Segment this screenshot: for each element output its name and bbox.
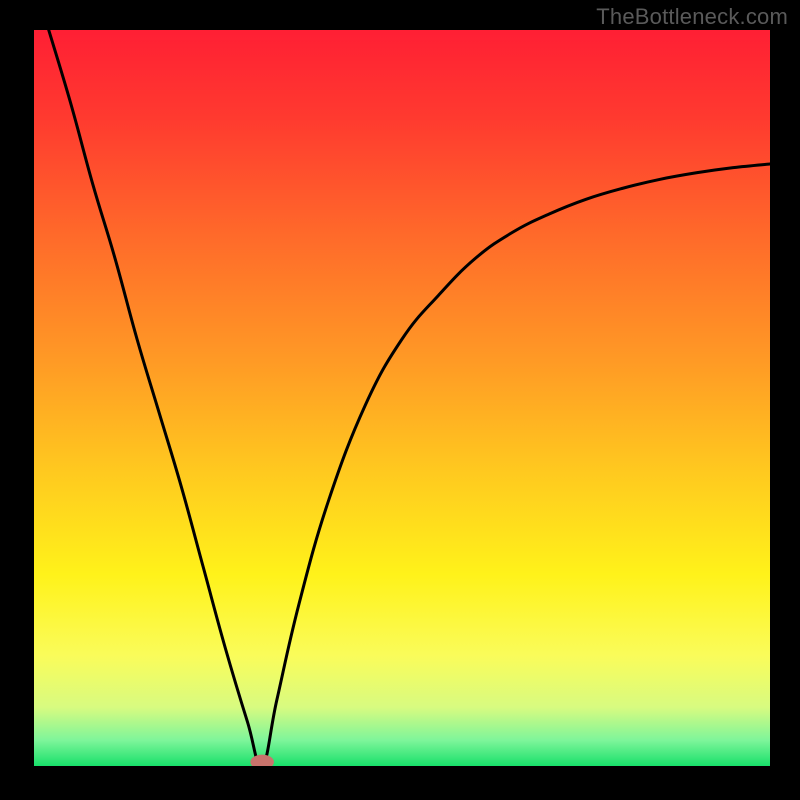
watermark-text: TheBottleneck.com: [596, 4, 788, 30]
plot-area: [34, 30, 770, 766]
chart-frame: TheBottleneck.com: [0, 0, 800, 800]
gradient-background: [34, 30, 770, 766]
plot-svg: [34, 30, 770, 766]
